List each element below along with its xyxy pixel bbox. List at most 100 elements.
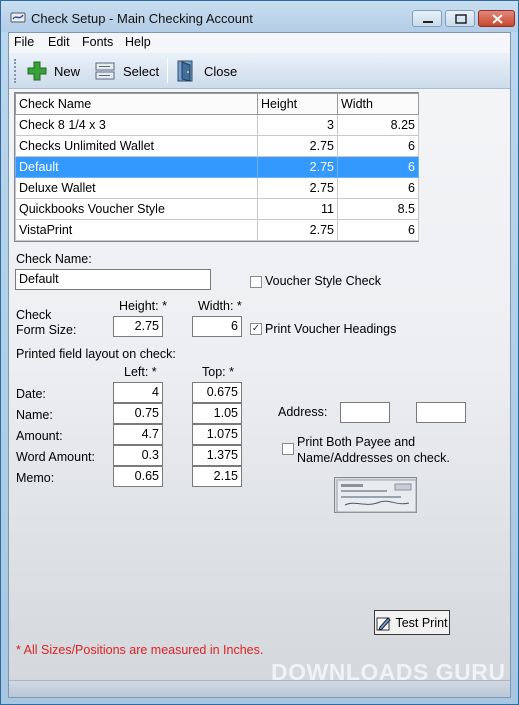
test-print-button[interactable]: Test Print — [374, 610, 450, 635]
new-button[interactable]: New — [26, 58, 80, 84]
cell-height: 2.75 — [257, 219, 338, 241]
cell-check-name: Deluxe Wallet — [15, 177, 258, 199]
table-row[interactable]: Quickbooks Voucher Style 11 8.5 — [15, 198, 419, 220]
menu-fonts[interactable]: Fonts — [82, 35, 113, 49]
menu-file[interactable]: File — [14, 35, 34, 49]
cell-width: 8.5 — [337, 198, 419, 220]
amount-label: Amount: — [16, 429, 63, 443]
check-form-size-label-2: Form Size: — [16, 323, 77, 337]
close-button-label: Close — [204, 63, 238, 79]
client-area: File Edit Fonts Help New Select Close Ch… — [8, 32, 511, 698]
minimize-button[interactable] — [412, 10, 442, 27]
print-voucher-headings-label: Print Voucher Headings — [265, 322, 397, 336]
date-top-input[interactable]: 0.675 — [192, 382, 242, 403]
address-left-input[interactable] — [340, 402, 390, 423]
toolbar: New Select Close — [9, 53, 510, 89]
watermark: DOWNLOADS GURU — [271, 648, 511, 696]
date-label: Date: — [16, 387, 46, 401]
table-row[interactable]: VistaPrint 2.75 6 — [15, 219, 419, 241]
name-top-input[interactable]: 1.05 — [192, 403, 242, 424]
print-both-label: Print Both Payee and — [297, 435, 416, 449]
check-form-size-label: Check — [16, 308, 52, 322]
plus-icon — [27, 61, 47, 81]
door-exit-icon — [177, 60, 193, 82]
cell-width: 8.25 — [337, 114, 419, 136]
table-row-selected[interactable]: Default 2.75 6 — [15, 156, 419, 178]
form-height-input[interactable]: 2.75 — [113, 316, 163, 337]
cell-width: 6 — [337, 177, 419, 199]
amount-left-input[interactable]: 4.7 — [113, 424, 163, 445]
check-name-label: Check Name: — [16, 252, 92, 266]
width-header-label: Width: * — [198, 299, 242, 313]
table-row[interactable]: Check 8 1/4 x 3 3 8.25 — [15, 114, 419, 136]
cell-check-name: Default — [15, 156, 258, 178]
memo-left-input[interactable]: 0.65 — [113, 466, 163, 487]
close-icon — [492, 14, 503, 24]
cell-height: 11 — [257, 198, 338, 220]
name-left-input[interactable]: 0.75 — [113, 403, 163, 424]
minimize-icon — [423, 21, 433, 23]
memo-label: Memo: — [16, 471, 55, 485]
table-row[interactable]: Deluxe Wallet 2.75 6 — [15, 177, 419, 199]
date-left-input[interactable]: 4 — [113, 382, 163, 403]
table-row[interactable]: Checks Unlimited Wallet 2.75 6 — [15, 135, 419, 157]
cell-height: 2.75 — [257, 135, 338, 157]
app-check-icon — [10, 12, 26, 23]
height-header-label: Height: * — [119, 299, 167, 313]
check-preview-image — [336, 479, 417, 513]
check-name-input[interactable]: Default — [15, 269, 211, 290]
memo-top-input[interactable]: 2.15 — [192, 466, 242, 487]
toolbar-grip[interactable] — [14, 59, 17, 83]
menu-help[interactable]: Help — [125, 35, 151, 49]
cell-width: 6 — [337, 219, 419, 241]
close-button[interactable]: Close — [176, 58, 237, 84]
cell-width: 6 — [337, 156, 419, 178]
maximize-icon — [455, 14, 467, 24]
close-window-button[interactable] — [478, 10, 515, 27]
word-amount-left-input[interactable]: 0.3 — [113, 445, 163, 466]
check-setup-window: Check Setup - Main Checking Account File… — [0, 0, 519, 705]
name-label: Name: — [16, 408, 53, 422]
test-print-label: Test Print — [395, 615, 448, 630]
print-both-checkbox[interactable] — [282, 443, 294, 455]
cell-check-name: Quickbooks Voucher Style — [15, 198, 258, 220]
print-both-label-2: Name/Addresses on check. — [297, 451, 450, 465]
new-button-label: New — [54, 63, 81, 79]
maximize-button[interactable] — [445, 10, 475, 27]
left-header-label: Left: * — [124, 365, 157, 379]
address-top-input[interactable] — [416, 402, 466, 423]
cell-height: 3 — [257, 114, 338, 136]
word-amount-top-input[interactable]: 1.375 — [192, 445, 242, 466]
voucher-style-label: Voucher Style Check — [265, 274, 382, 288]
layout-heading: Printed field layout on check: — [16, 347, 176, 361]
column-header-height[interactable]: Height — [257, 93, 338, 115]
units-note: * All Sizes/Positions are measured in In… — [16, 643, 264, 657]
top-header-label: Top: * — [202, 365, 234, 379]
cell-width: 6 — [337, 135, 419, 157]
column-header-check-name[interactable]: Check Name — [15, 93, 258, 115]
cell-check-name: Checks Unlimited Wallet — [15, 135, 258, 157]
voucher-style-checkbox[interactable] — [250, 276, 262, 288]
column-header-width[interactable]: Width — [337, 93, 419, 115]
cell-height: 2.75 — [257, 177, 338, 199]
cell-check-name: VistaPrint — [15, 219, 258, 241]
watermark-text: DOWNLOADS GURU — [271, 658, 506, 685]
menu-bar: File Edit Fonts Help — [9, 33, 510, 53]
address-label: Address: — [278, 405, 328, 419]
amount-top-input[interactable]: 1.075 — [192, 424, 242, 445]
select-button-label: Select — [123, 63, 160, 79]
print-voucher-headings-checkbox[interactable]: ✓ — [250, 323, 262, 335]
cell-height: 2.75 — [257, 156, 338, 178]
menu-edit[interactable]: Edit — [48, 35, 70, 49]
form-width-input[interactable]: 6 — [192, 316, 242, 337]
cell-check-name: Check 8 1/4 x 3 — [15, 114, 258, 136]
window-title: Check Setup - Main Checking Account — [31, 11, 253, 26]
toolbar-separator — [167, 59, 168, 83]
check-list-grid[interactable]: Check Name Height Width Check 8 1/4 x 3 … — [14, 92, 419, 242]
check-preview-thumbnail[interactable] — [334, 477, 417, 513]
word-amount-label: Word Amount: — [16, 450, 95, 464]
title-bar[interactable]: Check Setup - Main Checking Account — [1, 1, 518, 32]
pencil-document-icon — [376, 616, 392, 631]
select-button[interactable]: Select — [93, 58, 159, 84]
check-document-icon — [95, 62, 115, 80]
